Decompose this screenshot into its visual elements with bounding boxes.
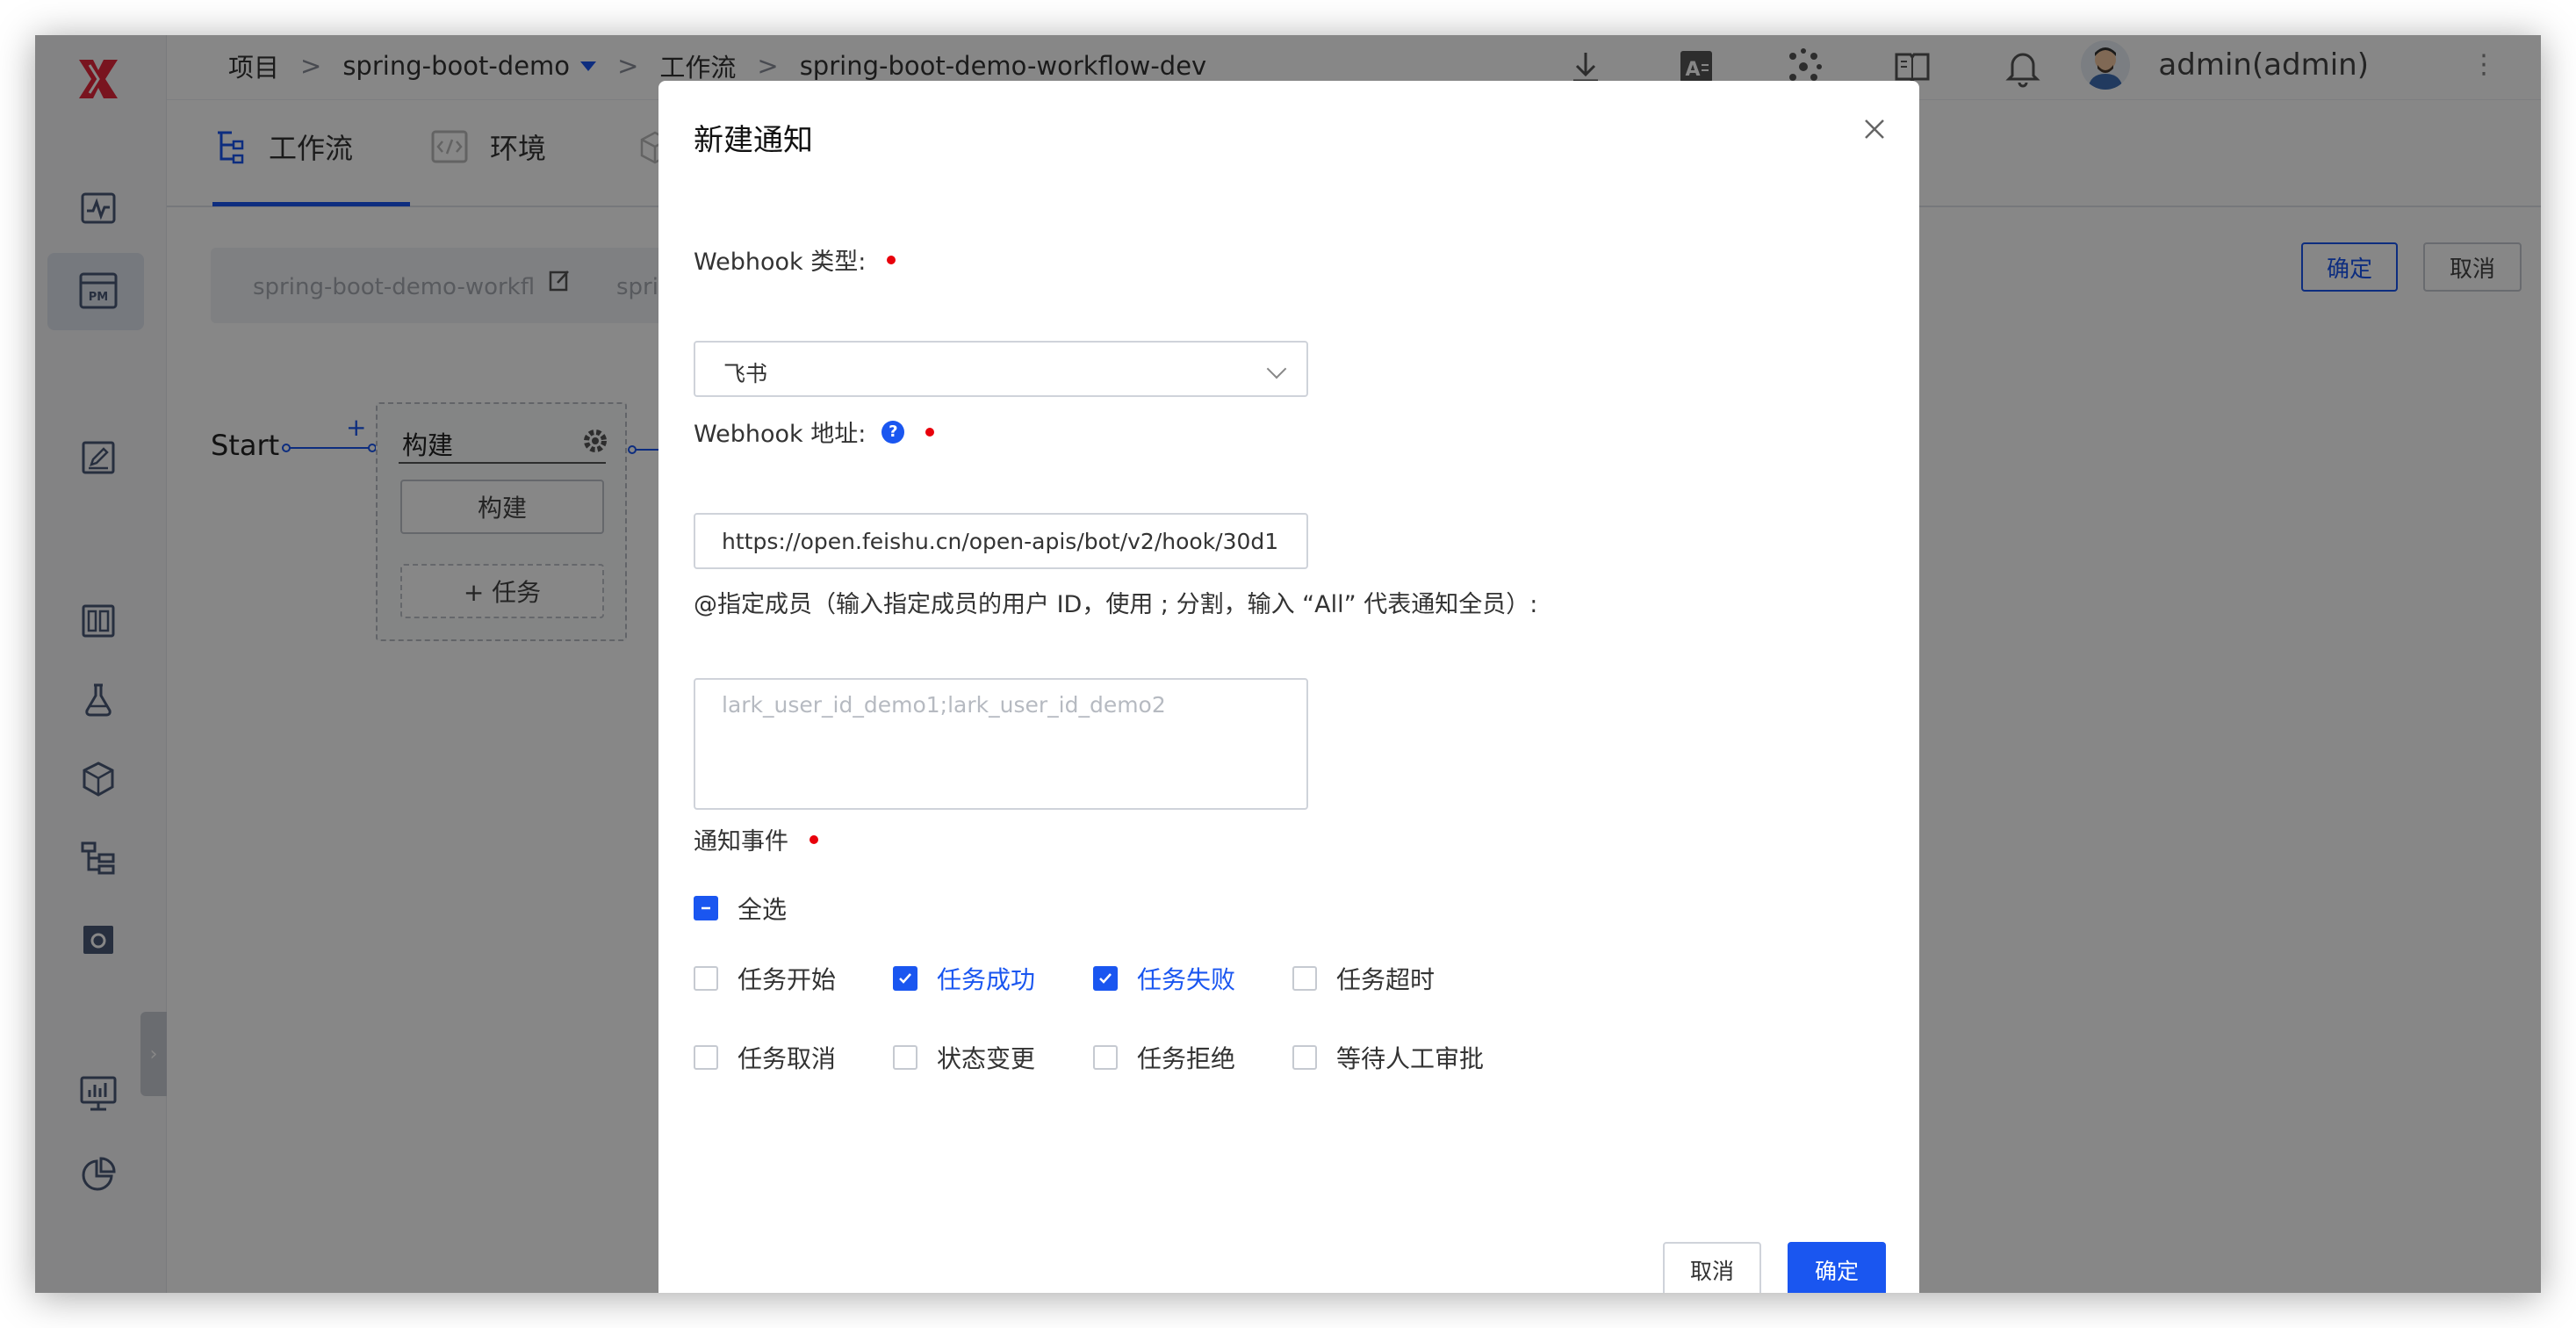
event-checkbox-label: 状态变更 bbox=[937, 1044, 1036, 1073]
event-checkbox-label: 等待人工审批 bbox=[1336, 1044, 1485, 1073]
events-label-text: 通知事件 bbox=[694, 828, 788, 855]
checkmark-icon bbox=[1093, 966, 1118, 991]
checkmark-icon bbox=[893, 966, 917, 991]
required-dot-icon bbox=[887, 255, 896, 264]
app-window: PM › 项目 > spring-boot-demo > 工作流 > sprin… bbox=[35, 35, 2541, 1293]
event-checkbox[interactable]: 任务失败 bbox=[1093, 961, 1235, 996]
event-checkbox[interactable]: 状态变更 bbox=[893, 1040, 1035, 1075]
event-checkbox-label: 任务超时 bbox=[1336, 965, 1436, 994]
checkbox-empty-icon bbox=[694, 966, 718, 991]
checkbox-empty-icon bbox=[694, 1045, 718, 1070]
at-members-textarea[interactable] bbox=[694, 678, 1308, 810]
webhook-type-label: Webhook 类型: bbox=[694, 242, 896, 277]
indeterminate-icon bbox=[694, 896, 718, 920]
required-dot-icon bbox=[809, 834, 818, 844]
dialog-confirm-button[interactable]: 确定 bbox=[1788, 1242, 1886, 1293]
event-checkbox-label: 任务拒绝 bbox=[1137, 1044, 1236, 1073]
chevron-down-icon bbox=[1266, 358, 1287, 379]
close-icon[interactable] bbox=[1861, 116, 1888, 142]
event-checkbox-label: 任务开始 bbox=[738, 965, 837, 994]
event-checkbox-label: 任务成功 bbox=[937, 965, 1036, 994]
event-checkbox-label: 任务失败 bbox=[1137, 965, 1236, 994]
new-notification-dialog: 新建通知 Webhook 类型: 飞书 Webhook 地址: ? @指定成员（… bbox=[658, 81, 1919, 1293]
event-checkbox-label: 任务取消 bbox=[738, 1044, 837, 1073]
webhook-type-value: 飞书 bbox=[723, 361, 768, 386]
webhook-url-label: Webhook 地址: ? bbox=[694, 415, 935, 449]
event-checkbox[interactable]: 任务超时 bbox=[1292, 961, 1435, 996]
checkbox-empty-icon bbox=[893, 1045, 917, 1070]
checkbox-empty-icon bbox=[1093, 1045, 1118, 1070]
event-checkbox[interactable]: 任务开始 bbox=[694, 961, 836, 996]
webhook-url-input[interactable] bbox=[694, 513, 1308, 569]
select-all-checkbox[interactable]: 全选 bbox=[694, 891, 787, 926]
at-members-label: @指定成员（输入指定成员的用户 ID，使用 ; 分割，输入 “All” 代表通知… bbox=[694, 585, 1537, 619]
event-checkbox[interactable]: 等待人工审批 bbox=[1292, 1040, 1484, 1075]
webhook-type-label-text: Webhook 类型: bbox=[694, 249, 867, 276]
checkbox-empty-icon bbox=[1292, 1045, 1317, 1070]
required-dot-icon bbox=[925, 427, 935, 437]
webhook-type-select[interactable]: 飞书 bbox=[694, 341, 1308, 397]
webhook-url-label-text: Webhook 地址: bbox=[694, 421, 867, 448]
checkbox-empty-icon bbox=[1292, 966, 1317, 991]
at-members-label-text: @指定成员（输入指定成员的用户 ID，使用 ; 分割，输入 “All” 代表通知… bbox=[694, 591, 1538, 618]
dialog-title: 新建通知 bbox=[694, 123, 813, 158]
event-checkbox[interactable]: 任务取消 bbox=[694, 1040, 836, 1075]
help-icon[interactable]: ? bbox=[881, 420, 905, 444]
dialog-cancel-button[interactable]: 取消 bbox=[1663, 1242, 1761, 1293]
event-checkbox[interactable]: 任务拒绝 bbox=[1093, 1040, 1235, 1075]
events-label: 通知事件 bbox=[694, 822, 818, 856]
event-checkbox[interactable]: 任务成功 bbox=[893, 961, 1035, 996]
select-all-label: 全选 bbox=[738, 895, 788, 924]
